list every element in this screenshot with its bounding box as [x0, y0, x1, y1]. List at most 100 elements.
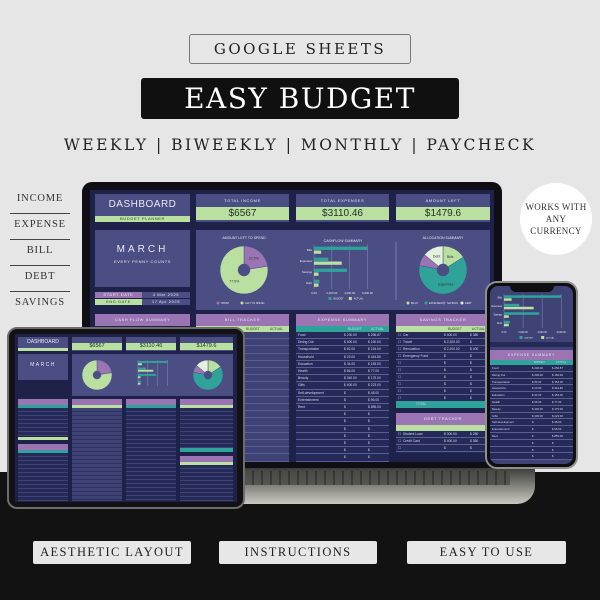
table-row: Dining Out $ 400.00 $ 160.00 — [296, 339, 389, 347]
row-budget: $ — [344, 419, 346, 424]
row-name: Dining Out — [298, 340, 314, 345]
kpi-total-income: TOTAL INCOME $6567 — [196, 194, 289, 222]
kpi-amount-left: AMOUNT LEFT $1479.6 — [396, 194, 490, 222]
phone-cashflow-chart-category-label: Expenses — [492, 305, 503, 308]
table-row: Gifts $ 400.00 $ 223.00 — [296, 382, 389, 390]
row-name: Student Loan — [403, 432, 423, 436]
cashflow-chart-tick-label: 0.00 — [311, 291, 317, 295]
tablet-kpi-value: $3110.46 — [126, 343, 176, 350]
debt-tracker-header: DEBT TRACKER — [396, 413, 490, 425]
phone-cashflow-chart-tick-label: 2,000.00 — [518, 331, 528, 334]
row-budget: $ — [344, 412, 346, 417]
table-row: Gifts $ 400.00 $ 223.00 — [490, 413, 573, 420]
table-row: Rent $ $ 855.00 — [296, 404, 389, 412]
row-checkbox[interactable]: ☐ — [398, 346, 401, 353]
table-row: $$ — [296, 426, 389, 433]
phone-expense-header: EXPENSE SUMMARY — [490, 350, 573, 360]
table-row: ☐ $ $ — [396, 381, 490, 388]
allocation-donut-slice-label: Debt — [433, 254, 440, 258]
laptop-keyboard — [245, 471, 510, 485]
start-date-label: START DATE — [95, 292, 142, 298]
row-checkbox[interactable]: ☐ — [398, 388, 401, 395]
table-row: $$ — [296, 454, 389, 462]
row-checkbox[interactable]: ☐ — [398, 332, 401, 339]
table-row: Beauty $ 340.00 $ 175.00 — [490, 406, 573, 413]
row-checkbox[interactable]: ☐ — [398, 374, 401, 381]
table-row: ☐ $ $ — [396, 388, 490, 395]
row-actual: $ — [368, 426, 370, 431]
instructions-button[interactable]: INSTRUCTIONS — [219, 541, 377, 564]
row-checkbox[interactable]: ☐ — [398, 438, 401, 445]
row-actual: $ — [470, 340, 472, 344]
row-actual: $ — [368, 455, 370, 460]
row-name: Entertainment — [492, 427, 510, 432]
allocation-donut-legend-label: DEBT — [465, 302, 472, 305]
row-actual: $ 444.80 — [368, 354, 381, 359]
row-budget: $ — [532, 434, 534, 438]
row-checkbox[interactable]: ☐ — [398, 339, 401, 346]
row-actual: $ 223.00 — [552, 413, 563, 418]
row-actual: $ — [552, 440, 554, 445]
table-row: ☐ $ $ — [396, 367, 490, 374]
phone-cashflow-chart-bar-expenses-budget — [504, 303, 520, 307]
phone-cashflow-chart-category-label: Bills — [498, 297, 503, 300]
cashflow-chart-bar-bills-budget — [314, 246, 368, 250]
row-checkbox[interactable]: ☐ — [398, 353, 401, 360]
row-actual: $ 256.87 — [552, 366, 563, 370]
row-checkbox[interactable]: ☐ — [398, 360, 401, 367]
cashflow-chart-bar-expenses-budget — [314, 257, 329, 261]
savings-total-row: TOTAL — [396, 401, 490, 408]
category-bill: BILL — [10, 240, 70, 266]
allocation-donut-legend-dot — [460, 301, 464, 305]
row-budget: $ 82.00 — [532, 379, 542, 384]
category-income: INCOME — [10, 188, 70, 214]
row-checkbox[interactable]: ☐ — [398, 367, 401, 374]
spend-donut-title: AMOUNT LEFT TO SPEND — [222, 236, 266, 240]
row-checkbox[interactable]: ☐ — [398, 381, 401, 388]
phone-dashboard-screen: CASHFLOW SUMMARY0.002,000.004,000.006,00… — [490, 286, 573, 464]
spend-donut-slice-label: 22.5% — [249, 257, 259, 261]
row-checkbox[interactable]: ☐ — [398, 431, 401, 438]
table-row: Self-development $ $ 48.00 — [490, 419, 573, 427]
category-list: INCOME EXPENSE BILL DEBT SAVINGS — [10, 188, 70, 318]
end-date-value[interactable]: 17 Apr 2025 — [142, 299, 190, 305]
aesthetic-layout-button[interactable]: AESTHETIC LAYOUT — [33, 541, 191, 564]
phone-cashflow-chart-bar-savings-actual — [504, 315, 509, 318]
row-budget: $ — [532, 440, 534, 445]
category-expense: EXPENSE — [10, 214, 70, 240]
cashflow-chart-category-label: Savings — [302, 270, 313, 274]
phone-cashflow-chart-legend-label: ACTUAL — [546, 337, 555, 340]
table-row: Transportation $ 82.00 $ 154.00 — [296, 346, 389, 354]
tablet-kpi-value: $1479.6 — [180, 343, 233, 350]
row-budget: $ — [444, 446, 446, 450]
phone-cashflow-chart-category-label: Debt — [497, 322, 502, 325]
kpi-value: $6567 — [196, 207, 289, 220]
tablet-cashflow-chart-bar-savings-budget — [138, 373, 157, 376]
tablet-cashflow-chart-bar-debt-actual — [138, 382, 141, 385]
phone-cashflow-chart-legend-swatch — [519, 336, 523, 339]
row-name: Travel — [403, 340, 413, 344]
row-name: Gifts — [298, 383, 305, 388]
row-name: Health — [298, 369, 308, 373]
easy-to-use-button[interactable]: EASY TO USE — [407, 541, 566, 564]
row-actual: $ 48.00 — [552, 420, 562, 425]
tablet-expense-table — [126, 408, 176, 501]
row-name: Self-development — [492, 420, 514, 425]
row-name: Renovation — [403, 347, 420, 351]
tablet-dashboard-title: DASHBOARD — [18, 337, 68, 351]
tablet-income-table — [18, 453, 68, 501]
table-row: ☐ $ $ — [396, 445, 490, 452]
cashflow-chart-bar-expenses-actual — [314, 261, 342, 265]
cashflow-chart-bar-bills-actual — [314, 250, 322, 254]
row-budget: $ 340.00 — [344, 376, 357, 381]
cashflow-chart-category-label: Expenses — [300, 259, 313, 263]
row-actual: $ 256.87 — [368, 333, 381, 337]
table-row: $$ — [296, 433, 389, 440]
row-actual: $ 96.00 — [368, 397, 379, 402]
start-date-value[interactable]: 4 Mar 2025 — [142, 292, 190, 298]
table-row: Entertainment $ $ 96.00 — [490, 426, 573, 433]
row-checkbox[interactable]: ☐ — [398, 445, 401, 452]
row-actual: $ 153.00 — [368, 361, 381, 366]
row-actual: $ 48.00 — [368, 390, 379, 395]
table-row: Education $ 34.00 $ 153.00 — [296, 361, 389, 368]
